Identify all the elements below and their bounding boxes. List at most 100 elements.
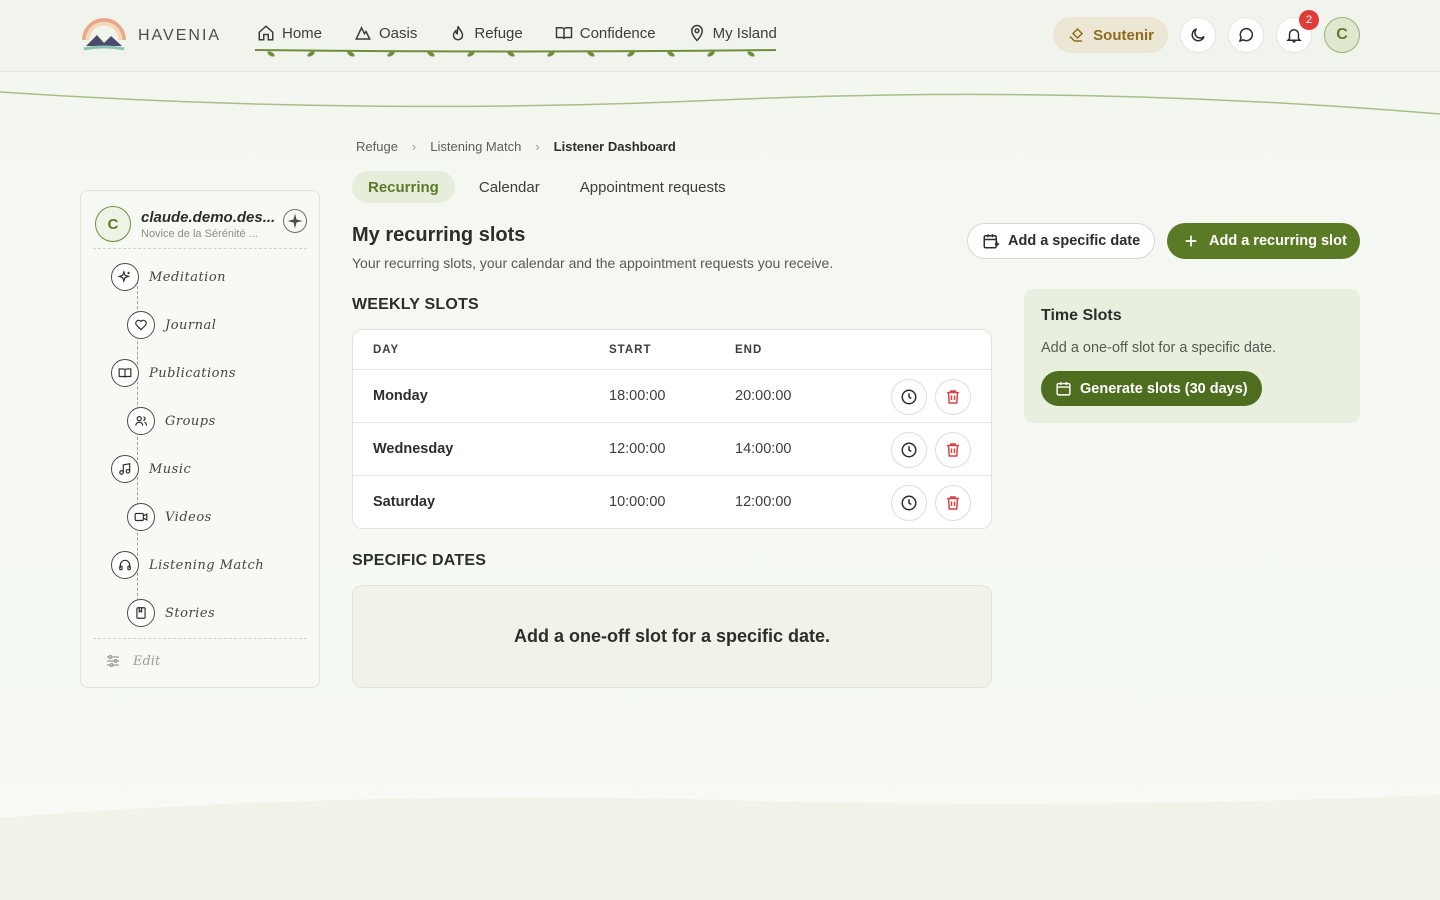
sidebar: C claude.demo.des... Novice de la Séréni…	[80, 190, 320, 688]
nav-home[interactable]: Home	[257, 24, 322, 42]
notifications-button[interactable]: 2	[1276, 10, 1319, 53]
bell-icon	[1286, 29, 1302, 43]
slot-end: 12:00:00	[735, 494, 792, 510]
table-row: Saturday 10:00:00 12:00:00	[353, 476, 991, 528]
breadcrumb-refuge[interactable]: Refuge	[356, 139, 398, 154]
bookmark-book-icon	[127, 599, 155, 627]
table-row: Wednesday 12:00:00 14:00:00	[353, 423, 991, 476]
sidebar-divider-bottom	[93, 638, 307, 639]
slot-end: 20:00:00	[735, 388, 792, 404]
add-recurring-slot-button[interactable]: Add a recurring slot	[1167, 223, 1360, 259]
breadcrumb: Refuge › Listening Match › Listener Dash…	[356, 139, 676, 154]
trash-icon	[947, 443, 959, 457]
hand-heart-icon	[1069, 27, 1084, 42]
column-header-day: DAY	[373, 344, 400, 356]
sidebar-item-videos[interactable]: Videos	[127, 503, 212, 531]
breadcrumb-current: Listener Dashboard	[553, 139, 676, 154]
home-icon	[258, 25, 274, 41]
user-avatar[interactable]: C	[1324, 17, 1360, 53]
page-subtitle: Your recurring slots, your calendar and …	[352, 255, 834, 271]
sidebar-item-publications[interactable]: Publications	[111, 359, 236, 387]
support-button-label: Soutenir	[1093, 26, 1154, 44]
notification-badge: 2	[1299, 10, 1319, 30]
chevron-right-icon: ›	[535, 139, 540, 154]
edit-time-button[interactable]	[891, 379, 927, 415]
delete-slot-button[interactable]	[935, 485, 971, 521]
breadcrumb-listening-match[interactable]: Listening Match	[430, 139, 521, 154]
sidebar-item-label: Music	[149, 461, 192, 477]
nav-refuge[interactable]: Refuge	[449, 24, 523, 42]
dashboard-tabs: Recurring Calendar Appointment requests	[352, 171, 742, 203]
messages-button[interactable]	[1228, 17, 1264, 53]
profile-card[interactable]: C claude.demo.des... Novice de la Séréni…	[95, 203, 307, 245]
compass-button[interactable]	[283, 209, 307, 233]
compass-icon	[287, 213, 303, 229]
nav-refuge-label: Refuge	[474, 24, 523, 42]
nav-my-island-label: My Island	[712, 24, 777, 42]
edit-time-button[interactable]	[891, 432, 927, 468]
sidebar-edit-label: Edit	[133, 653, 161, 669]
decorative-wave-top	[0, 91, 1440, 115]
theme-toggle-button[interactable]	[1180, 17, 1216, 53]
mountain-icon	[355, 26, 371, 40]
sparkles-icon	[111, 263, 139, 291]
weekly-slots-table: DAY START END Monday 18:00:00 20:00:00 W…	[352, 329, 992, 529]
slot-start: 18:00:00	[609, 388, 666, 404]
nav-confidence[interactable]: Confidence	[555, 24, 656, 42]
sliders-icon	[107, 655, 119, 667]
add-specific-date-button[interactable]: Add a specific date	[967, 223, 1156, 259]
music-icon	[111, 455, 139, 483]
slot-end: 14:00:00	[735, 441, 792, 457]
profile-name: claude.demo.des...	[141, 208, 276, 226]
nav-oasis[interactable]: Oasis	[354, 24, 417, 42]
sidebar-item-label: Groups	[165, 413, 216, 429]
delete-slot-button[interactable]	[935, 432, 971, 468]
flame-icon	[453, 25, 464, 41]
book-open-icon	[555, 27, 572, 40]
havenia-logo-icon	[82, 18, 126, 51]
specific-dates-empty-state: Add a one-off slot for a specific date.	[352, 585, 992, 688]
tab-recurring[interactable]: Recurring	[352, 171, 455, 203]
tab-appointment-requests[interactable]: Appointment requests	[564, 171, 742, 203]
slot-day: Monday	[373, 388, 428, 404]
plus-icon	[1185, 235, 1197, 247]
time-slots-card: Time Slots Add a one-off slot for a spec…	[1024, 289, 1360, 423]
edit-time-button[interactable]	[891, 485, 927, 521]
brand-logo[interactable]: HAVENIA	[80, 16, 221, 56]
clock-icon	[901, 389, 917, 405]
slot-start: 12:00:00	[609, 441, 666, 457]
sidebar-item-groups[interactable]: Groups	[127, 407, 216, 435]
sidebar-item-stories[interactable]: Stories	[127, 599, 215, 627]
slot-start: 10:00:00	[609, 494, 666, 510]
table-row: Monday 18:00:00 20:00:00	[353, 370, 991, 423]
generate-slots-button[interactable]: Generate slots (30 days)	[1041, 371, 1262, 406]
sidebar-item-label: Journal	[165, 317, 217, 333]
sidebar-item-meditation[interactable]: Meditation	[111, 263, 226, 291]
sidebar-item-listening-match[interactable]: Listening Match	[111, 551, 264, 579]
video-icon	[127, 503, 155, 531]
sidebar-item-music[interactable]: Music	[111, 455, 191, 483]
clock-icon	[901, 495, 917, 511]
sidebar-item-label: Stories	[165, 605, 216, 621]
calendar-icon	[1056, 382, 1071, 396]
nav-home-label: Home	[282, 24, 323, 42]
time-slots-title: Time Slots	[1041, 307, 1122, 324]
tab-calendar[interactable]: Calendar	[463, 171, 556, 203]
support-button[interactable]: Soutenir	[1053, 17, 1168, 53]
nav-oasis-label: Oasis	[379, 24, 418, 42]
delete-slot-button[interactable]	[935, 379, 971, 415]
specific-dates-heading: SPECIFIC DATES	[352, 552, 487, 569]
clock-icon	[901, 442, 917, 458]
top-navigation-bar: HAVENIA Home Oasis Refuge Confidence My …	[0, 0, 1440, 72]
slot-day: Wednesday	[373, 441, 454, 457]
headphones-icon	[111, 551, 139, 579]
trash-icon	[947, 496, 959, 510]
slot-day: Saturday	[373, 494, 436, 510]
sidebar-edit-button[interactable]: Edit	[105, 653, 160, 669]
sidebar-item-label: Meditation	[149, 269, 227, 285]
sidebar-item-journal[interactable]: Journal	[127, 311, 216, 339]
heart-icon	[127, 311, 155, 339]
calendar-plus-icon	[983, 234, 1000, 249]
chevron-right-icon: ›	[411, 139, 417, 154]
nav-my-island[interactable]: My Island	[688, 24, 777, 42]
